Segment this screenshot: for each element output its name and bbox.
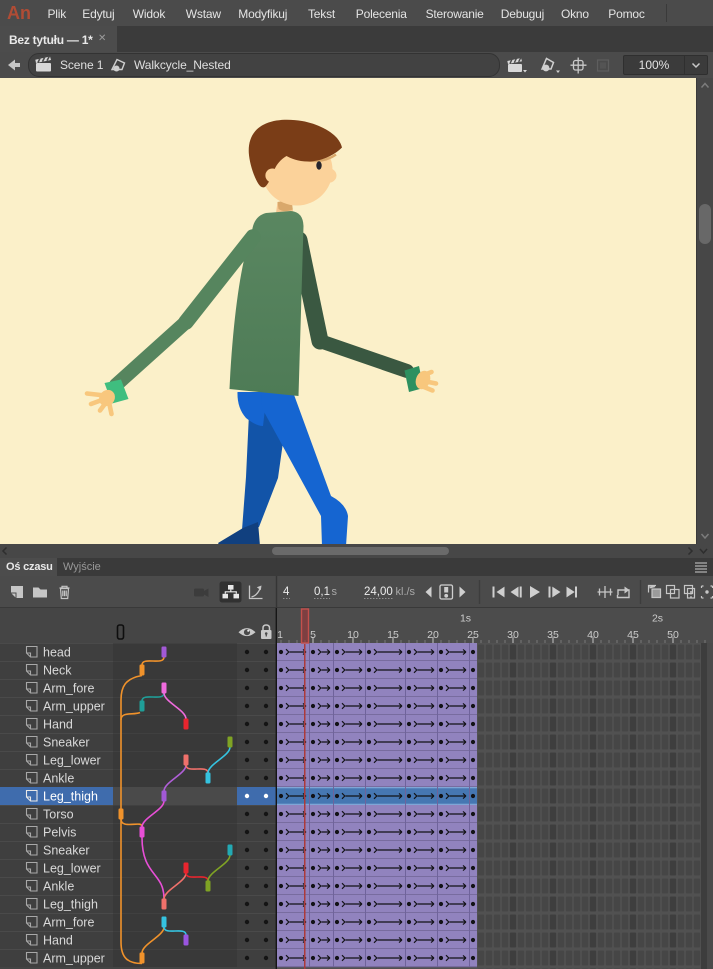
svg-text:kl./s: kl./s: [396, 586, 416, 598]
svg-text:Leg_thigh: Leg_thigh: [43, 790, 98, 804]
svg-text:10: 10: [347, 629, 359, 641]
svg-text:Ankle: Ankle: [43, 772, 74, 786]
svg-text:Arm_fore: Arm_fore: [43, 682, 94, 696]
svg-text:Arm_upper: Arm_upper: [43, 952, 105, 966]
svg-text:15: 15: [387, 629, 399, 641]
svg-text:Sneaker: Sneaker: [43, 844, 90, 858]
svg-text:24,00: 24,00: [364, 586, 393, 598]
svg-text:Hand: Hand: [43, 934, 73, 948]
svg-text:Ankle: Ankle: [43, 880, 74, 894]
svg-text:Neck: Neck: [43, 664, 72, 678]
svg-text:Leg_lower: Leg_lower: [43, 862, 101, 876]
svg-text:20: 20: [427, 629, 439, 641]
svg-text:40: 40: [587, 629, 599, 641]
svg-text:2s: 2s: [652, 613, 663, 625]
svg-text:head: head: [43, 646, 71, 660]
svg-text:1s: 1s: [460, 613, 471, 625]
svg-text:50: 50: [667, 629, 679, 641]
svg-text:30: 30: [507, 629, 519, 641]
svg-text:Pelvis: Pelvis: [43, 826, 76, 840]
svg-text:Hand: Hand: [43, 718, 73, 732]
svg-text:Torso: Torso: [43, 808, 74, 822]
svg-text:5: 5: [310, 629, 316, 641]
svg-text:35: 35: [547, 629, 559, 641]
svg-text:s: s: [332, 586, 338, 598]
svg-text:Arm_fore: Arm_fore: [43, 916, 94, 930]
svg-text:Leg_lower: Leg_lower: [43, 754, 101, 768]
svg-text:4: 4: [283, 586, 290, 598]
svg-text:Arm_upper: Arm_upper: [43, 700, 105, 714]
svg-text:Leg_thigh: Leg_thigh: [43, 898, 98, 912]
svg-text:1: 1: [277, 629, 283, 641]
svg-text:45: 45: [627, 629, 639, 641]
svg-text:Sneaker: Sneaker: [43, 736, 90, 750]
svg-text:25: 25: [467, 629, 479, 641]
svg-text:0,1: 0,1: [314, 586, 330, 598]
